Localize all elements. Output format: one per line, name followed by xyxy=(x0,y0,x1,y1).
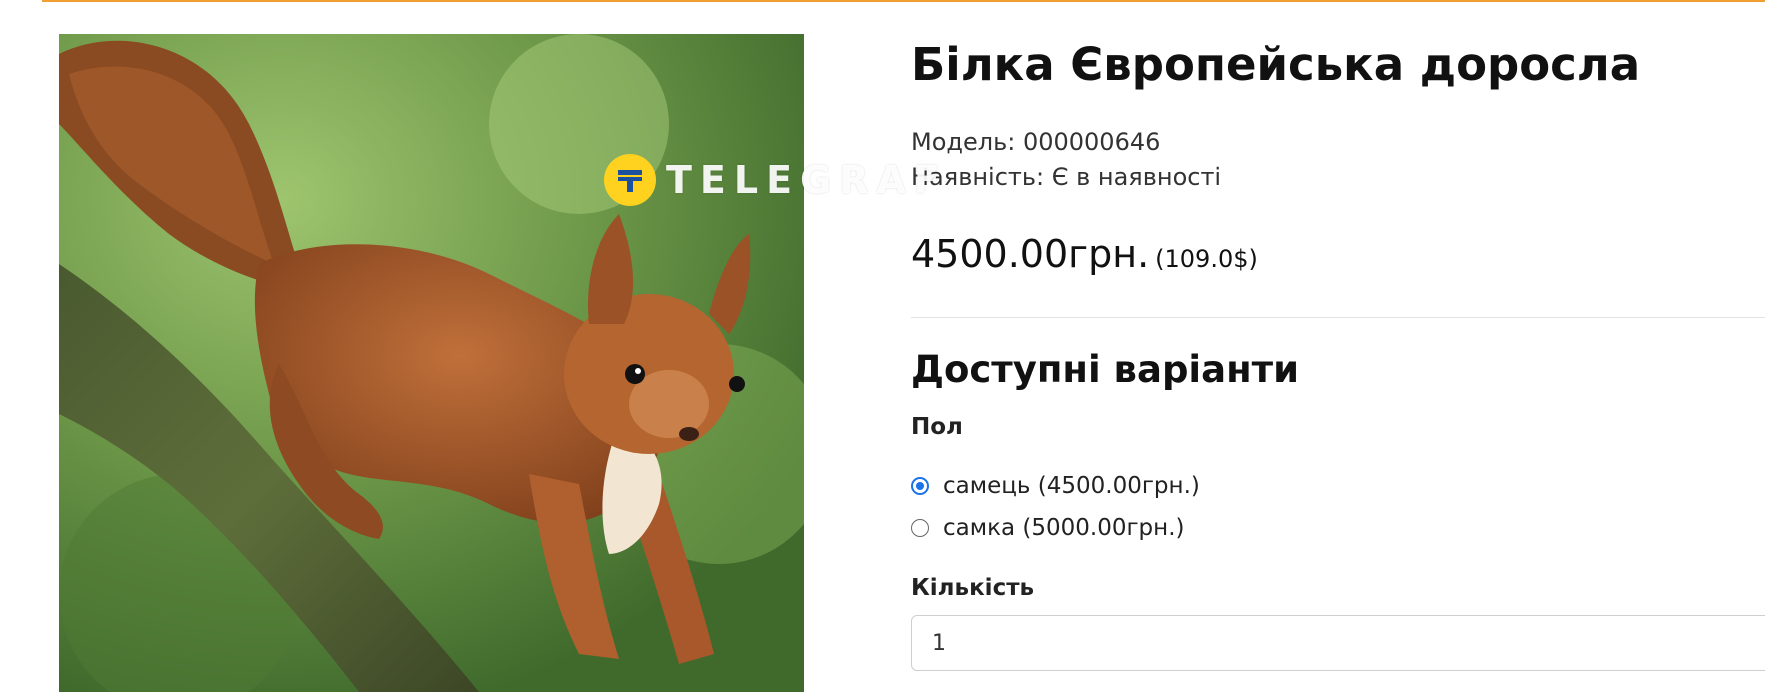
radio-male[interactable] xyxy=(911,477,929,495)
gender-option-female[interactable]: самка (5000.00грн.) xyxy=(911,515,1184,541)
product-image[interactable] xyxy=(59,34,804,692)
price-uah: 4500.00грн. xyxy=(911,232,1150,276)
product-model: Модель: 000000646 xyxy=(911,128,1161,156)
gender-label: Пол xyxy=(911,414,963,440)
section-divider xyxy=(911,317,1765,318)
quantity-label: Кількість xyxy=(911,575,1035,601)
gender-option-male[interactable]: самець (4500.00грн.) xyxy=(911,473,1200,499)
radio-female[interactable] xyxy=(911,519,929,537)
gender-option-female-label[interactable]: самка (5000.00грн.) xyxy=(943,515,1184,541)
variants-title: Доступні варіанти xyxy=(911,348,1300,391)
squirrel-photo xyxy=(59,34,804,692)
price-usd: (109.0$) xyxy=(1155,245,1258,273)
product-price: 4500.00грн. (109.0$) xyxy=(911,232,1258,276)
top-accent-line xyxy=(42,0,1765,2)
product-availability: Наявність: Є в наявності xyxy=(911,163,1222,191)
gender-option-male-label[interactable]: самець (4500.00грн.) xyxy=(943,473,1200,499)
product-title: Білка Європейська доросла xyxy=(911,38,1641,91)
quantity-input[interactable] xyxy=(911,615,1765,671)
